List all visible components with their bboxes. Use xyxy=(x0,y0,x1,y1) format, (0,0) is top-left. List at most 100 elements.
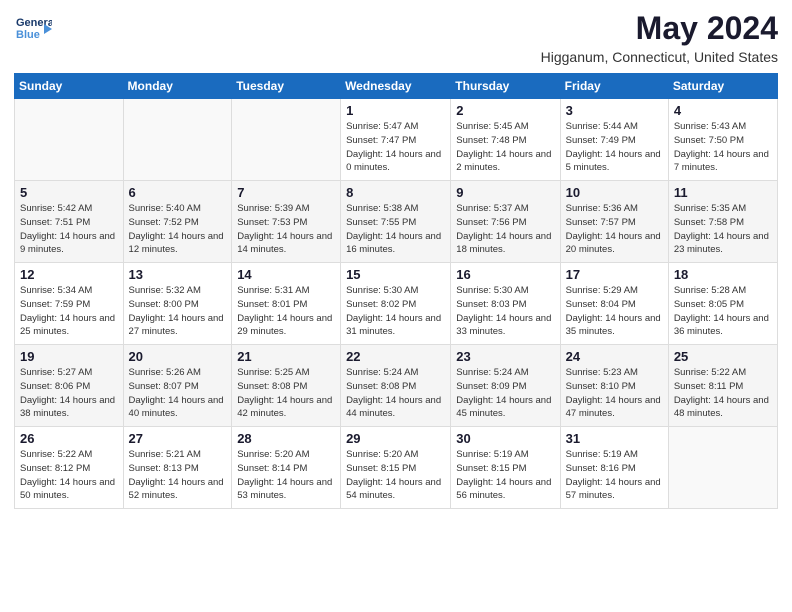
sunset-text: Sunset: 7:48 PM xyxy=(456,135,526,146)
title-block: May 2024 Higganum, Connecticut, United S… xyxy=(541,10,778,65)
sunrise-text: Sunrise: 5:30 AM xyxy=(456,285,528,296)
header: General Blue May 2024 Higganum, Connecti… xyxy=(14,10,778,65)
daylight-text: Daylight: 14 hours and 56 minutes. xyxy=(456,477,551,502)
day-number: 4 xyxy=(674,103,772,118)
calendar-week-row: 19Sunrise: 5:27 AMSunset: 8:06 PMDayligh… xyxy=(15,345,778,427)
day-detail: Sunrise: 5:32 AMSunset: 8:00 PMDaylight:… xyxy=(129,284,227,339)
col-friday: Friday xyxy=(560,74,668,99)
calendar-cell: 1 Sunrise: 5:47 AMSunset: 7:47 PMDaylight… xyxy=(341,99,451,181)
day-number: 25 xyxy=(674,349,772,364)
sunset-text: Sunset: 7:52 PM xyxy=(129,217,199,228)
daylight-text: Daylight: 14 hours and 31 minutes. xyxy=(346,313,441,338)
daylight-text: Daylight: 14 hours and 35 minutes. xyxy=(566,313,661,338)
day-number: 28 xyxy=(237,431,335,446)
sunset-text: Sunset: 7:47 PM xyxy=(346,135,416,146)
sunrise-text: Sunrise: 5:37 AM xyxy=(456,203,528,214)
calendar-week-row: 5Sunrise: 5:42 AMSunset: 7:51 PMDaylight… xyxy=(15,181,778,263)
calendar-header: Sunday Monday Tuesday Wednesday Thursday… xyxy=(15,74,778,99)
sunrise-text: Sunrise: 5:19 AM xyxy=(456,449,528,460)
calendar-cell: 30 Sunrise: 5:19 AM Sunset: 8:15 PM Dayligh… xyxy=(451,427,560,509)
day-detail: Sunrise: 5:45 AM Sunset: 7:48 PM Daylight:… xyxy=(456,120,554,175)
day-number: 29 xyxy=(346,431,445,446)
daylight-text: Daylight: 14 hours and 2 minutes. xyxy=(456,149,551,174)
sunrise-text: Sunrise: 5:45 AM xyxy=(456,121,528,132)
sunset-text: Sunset: 8:12 PM xyxy=(20,463,90,474)
sunrise-text: Sunrise: 5:44 AM xyxy=(566,121,638,132)
day-number: 12 xyxy=(20,267,118,282)
calendar-cell: 6Sunrise: 5:40 AMSunset: 7:52 PMDaylight… xyxy=(123,181,232,263)
sunrise-text: Sunrise: 5:20 AM xyxy=(237,449,309,460)
day-number: 26 xyxy=(20,431,118,446)
day-number: 30 xyxy=(456,431,554,446)
sunset-text: Sunset: 8:08 PM xyxy=(237,381,307,392)
daylight-text: Daylight: 14 hours and 54 minutes. xyxy=(346,477,441,502)
calendar-week-row: 12 Sunrise: 5:34 AMSunset: 7:59 PMDayligh… xyxy=(15,263,778,345)
day-number: 10 xyxy=(566,185,663,200)
day-number: 14 xyxy=(237,267,335,282)
daylight-text: Daylight: 14 hours and 9 minutes. xyxy=(20,231,115,256)
calendar-cell: 17Sunrise: 5:29 AMSunset: 8:04 PMDayligh… xyxy=(560,263,668,345)
sunrise-text: Sunrise: 5:30 AM xyxy=(346,285,418,296)
calendar-cell xyxy=(123,99,232,181)
sunrise-text: Sunrise: 5:29 AM xyxy=(566,285,638,296)
calendar-cell: 2Sunrise: 5:45 AMSunset: 7:48 PMDaylight… xyxy=(451,99,560,181)
daylight-text: Daylight: 14 hours and 23 minutes. xyxy=(674,231,769,256)
calendar-cell: 15Sunrise: 5:30 AMSunset: 8:02 PMDayligh… xyxy=(341,263,451,345)
sunrise-text: Sunrise: 5:39 AM xyxy=(237,203,309,214)
day-number: 8 xyxy=(346,185,445,200)
sunrise-text: Sunrise: 5:32 AM xyxy=(129,285,201,296)
sunset-text: Sunset: 8:14 PM xyxy=(237,463,307,474)
month-title: May 2024 xyxy=(541,10,778,47)
sunset-text: Sunset: 8:15 PM xyxy=(456,463,526,474)
daylight-text: Daylight: 14 hours and 20 minutes. xyxy=(566,231,661,256)
daylight-text: Daylight: 14 hours and 29 minutes. xyxy=(237,313,332,338)
calendar-cell: 31Sunrise: 5:19 AMSunset: 8:16 PMDayligh… xyxy=(560,427,668,509)
day-number: 18 xyxy=(674,267,772,282)
day-detail: Sunrise: 5:38 AMSunset: 7:55 PMDaylight:… xyxy=(346,202,445,257)
day-detail: Sunrise: 5:40 AMSunset: 7:52 PMDaylight:… xyxy=(129,202,227,257)
calendar-cell: 7Sunrise: 5:39 AMSunset: 7:53 PMDaylight… xyxy=(232,181,341,263)
day-detail: Sunrise: 5:31 AMSunset: 8:01 PMDaylight:… xyxy=(237,284,335,339)
sunset-text: Sunset: 8:07 PM xyxy=(129,381,199,392)
calendar-cell: 19Sunrise: 5:27 AMSunset: 8:06 PMDayligh… xyxy=(15,345,124,427)
col-sunday: Sunday xyxy=(15,74,124,99)
daylight-text: Daylight: 14 hours and 38 minutes. xyxy=(20,395,115,420)
calendar-cell xyxy=(668,427,777,509)
sunset-text: Sunset: 7:56 PM xyxy=(456,217,526,228)
daylight-text: Daylight: 14 hours and 25 minutes. xyxy=(20,313,115,338)
day-number: 31 xyxy=(566,431,663,446)
calendar-body: 1 Sunrise: 5:47 AMSunset: 7:47 PMDaylight… xyxy=(15,99,778,509)
daylight-text: Daylight: 14 hours and 5 minutes. xyxy=(566,149,661,174)
day-detail: Sunrise: 5:20 AMSunset: 8:14 PMDaylight:… xyxy=(237,448,335,503)
day-number: 20 xyxy=(129,349,227,364)
sunrise-text: Sunrise: 5:38 AM xyxy=(346,203,418,214)
calendar-cell xyxy=(232,99,341,181)
sunset-text: Sunset: 8:00 PM xyxy=(129,299,199,310)
daylight-text: Daylight: 14 hours and 16 minutes. xyxy=(346,231,441,256)
weekday-row: Sunday Monday Tuesday Wednesday Thursday… xyxy=(15,74,778,99)
day-detail: Sunrise: 5:37 AMSunset: 7:56 PMDaylight:… xyxy=(456,202,554,257)
calendar-cell: 5Sunrise: 5:42 AMSunset: 7:51 PMDaylight… xyxy=(15,181,124,263)
day-detail: Sunrise: 5:23 AMSunset: 8:10 PMDaylight:… xyxy=(566,366,663,421)
calendar-cell: 25 Sunrise: 5:22 AMSunset: 8:11 PMDayligh… xyxy=(668,345,777,427)
sunset-text: Sunset: 8:13 PM xyxy=(129,463,199,474)
day-detail: Sunrise: 5:47 AMSunset: 7:47 PMDaylight:… xyxy=(346,120,445,175)
day-number: 3 xyxy=(566,103,663,118)
day-detail: Sunrise: 5:34 AMSunset: 7:59 PMDaylight:… xyxy=(20,284,118,339)
svg-text:Blue: Blue xyxy=(16,29,40,41)
col-wednesday: Wednesday xyxy=(341,74,451,99)
day-detail: Sunrise: 5:43 AMSunset: 7:50 PMDaylight:… xyxy=(674,120,772,175)
day-detail: Sunrise: 5:22 AMSunset: 8:11 PMDaylight:… xyxy=(674,366,772,421)
day-detail: Sunrise: 5:19 AM Sunset: 8:15 PM Daylight:… xyxy=(456,448,554,503)
sunset-text: Sunset: 8:02 PM xyxy=(346,299,416,310)
daylight-text: Daylight: 14 hours and 44 minutes. xyxy=(346,395,441,420)
day-detail: Sunrise: 5:44 AMSunset: 7:49 PMDaylight:… xyxy=(566,120,663,175)
calendar-cell: 14 Sunrise: 5:31 AMSunset: 8:01 PMDayligh… xyxy=(232,263,341,345)
sunset-text: Sunset: 8:03 PM xyxy=(456,299,526,310)
calendar-cell: 8 Sunrise: 5:38 AMSunset: 7:55 PMDaylight… xyxy=(341,181,451,263)
day-number: 1 xyxy=(346,103,445,118)
daylight-text: Daylight: 14 hours and 52 minutes. xyxy=(129,477,224,502)
daylight-text: Daylight: 14 hours and 45 minutes. xyxy=(456,395,551,420)
day-number: 7 xyxy=(237,185,335,200)
calendar-cell: 29Sunrise: 5:20 AMSunset: 8:15 PMDayligh… xyxy=(341,427,451,509)
